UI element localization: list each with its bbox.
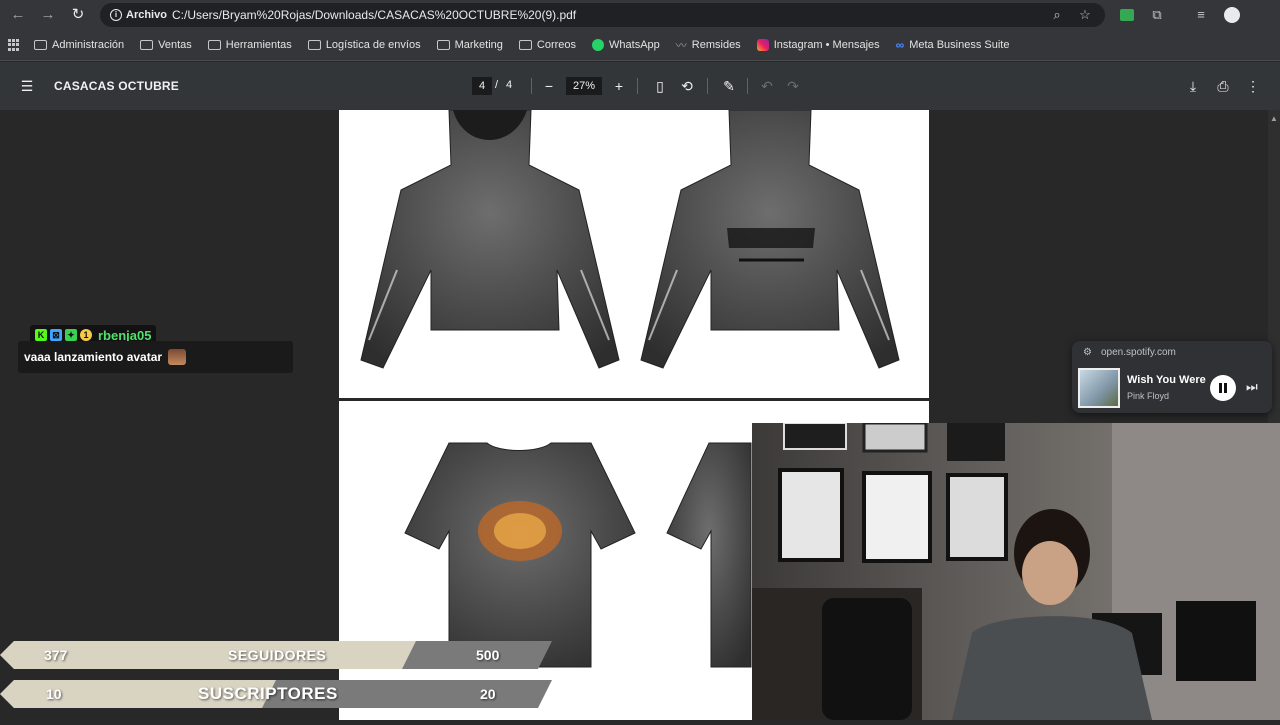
bookmark-administracion[interactable]: Administración: [26, 33, 132, 57]
webcam-feed: [752, 423, 1280, 720]
toolbar-divider: [707, 78, 708, 94]
reading-list-icon[interactable]: ≡: [1191, 5, 1211, 25]
subscribers-label: SUSCRIPTORES: [198, 684, 338, 703]
back-arrow-icon[interactable]: ←: [8, 5, 28, 25]
hoodie-design-illustration: [360, 109, 900, 369]
toolbar-divider: [637, 78, 638, 94]
bookmark-instagram[interactable]: Instagram • Mensajes: [749, 33, 888, 57]
reload-icon[interactable]: ↻: [68, 5, 88, 25]
page-separator: /: [495, 79, 499, 91]
album-art: [1078, 368, 1120, 408]
tshirt-back: [404, 442, 636, 668]
page-total: 4: [506, 79, 513, 91]
redo-icon[interactable]: ↷: [783, 76, 803, 96]
download-icon[interactable]: ⤓: [1183, 76, 1203, 96]
next-track-icon[interactable]: ⏭: [1246, 379, 1258, 395]
toolbar-divider: [531, 78, 532, 94]
info-icon: i: [110, 9, 122, 21]
folder-icon: [436, 40, 450, 50]
followers-current: 377: [44, 647, 68, 663]
bookmark-label: Instagram • Mensajes: [773, 39, 880, 51]
instagram-icon: [756, 39, 769, 51]
followers-label: SEGUIDORES: [228, 647, 327, 663]
folder-icon: [34, 40, 47, 50]
kick-badge-icon: K: [35, 329, 47, 341]
hoodie-back: [640, 109, 900, 369]
menu-icon[interactable]: ☰: [17, 76, 37, 96]
pause-icon[interactable]: [1210, 375, 1236, 401]
bookmark-ventas[interactable]: Ventas: [132, 33, 200, 57]
rotate-icon[interactable]: ⟲: [677, 76, 697, 96]
meta-icon: ∞: [895, 38, 905, 52]
star-icon[interactable]: ☆: [1076, 6, 1094, 24]
bookmark-herramientas[interactable]: Herramientas: [200, 33, 300, 57]
apps-grid-icon[interactable]: [8, 39, 20, 51]
fit-page-icon[interactable]: ▯: [650, 76, 670, 96]
media-controls-popup: ⚙ open.spotify.com Wish You Were Here Pi…: [1072, 341, 1272, 413]
followers-goal: 500: [476, 647, 500, 663]
page-number-input[interactable]: 4: [472, 77, 492, 95]
hoodie-front: [360, 109, 620, 369]
track-artist: Pink Floyd: [1127, 391, 1170, 401]
zoom-in-icon[interactable]: +: [609, 76, 629, 96]
bookmark-logistica[interactable]: Logística de envíos: [300, 33, 429, 57]
puzzle-icon[interactable]: ⧉: [1147, 5, 1167, 25]
chat-message-text: vaaa lanzamiento avatar: [24, 350, 163, 364]
bookmark-label: Herramientas: [225, 39, 292, 51]
print-icon[interactable]: ⎙: [1213, 76, 1233, 96]
tshirt-front: [666, 442, 752, 668]
sparkle-badge-icon: ✦: [65, 329, 77, 341]
remsides-icon: 〰: [675, 40, 687, 52]
gift-badge-icon: 1: [80, 329, 92, 341]
forward-arrow-icon[interactable]: →: [38, 5, 58, 25]
bookmark-label: Administración: [52, 39, 125, 51]
bookmark-label: Correos: [536, 39, 577, 51]
bookmarks-bar: Administración Ventas Herramientas Logís…: [0, 30, 1280, 61]
profile-icon[interactable]: [1222, 5, 1242, 25]
bookmark-label: Marketing: [454, 39, 503, 51]
zoom-input[interactable]: 27%: [566, 77, 602, 95]
whatsapp-icon: [592, 39, 605, 51]
media-settings-icon: ⚙: [1083, 347, 1092, 358]
extension-icon[interactable]: [1117, 5, 1137, 25]
track-title: Wish You Were Here: [1127, 374, 1207, 386]
toolbar-divider: [747, 78, 748, 94]
bookmark-marketing[interactable]: Marketing: [429, 33, 511, 57]
zoom-out-icon[interactable]: −: [539, 76, 559, 96]
bookmark-whatsapp[interactable]: WhatsApp: [584, 33, 668, 57]
folder-icon: [518, 40, 532, 50]
pdf-page: [339, 109, 929, 398]
bookmark-meta[interactable]: ∞ Meta Business Suite: [888, 33, 1018, 57]
bookmark-label: Logística de envíos: [325, 39, 421, 51]
site-info-chip[interactable]: i Archivo: [106, 6, 173, 24]
webcam-scene: [752, 423, 1280, 720]
bookmark-label: WhatsApp: [609, 39, 660, 51]
folder-icon: [307, 40, 321, 50]
annotate-icon[interactable]: ✎: [719, 76, 739, 96]
browser-toolbar: ← → ↻ i Archivo C:/Users/Bryam%20Rojas/D…: [0, 0, 1280, 30]
url-text[interactable]: C:/Users/Bryam%20Rojas/Downloads/CASACAS…: [172, 8, 576, 22]
followers-goal-bar: 377 SEGUIDORES 500: [0, 641, 560, 669]
more-icon[interactable]: ⋮: [1243, 76, 1263, 96]
subscribers-goal: 20: [480, 686, 496, 702]
bookmark-remsides[interactable]: 〰 Remsides: [668, 33, 749, 57]
chat-message: vaaa lanzamiento avatar: [18, 341, 293, 373]
zoom-icon[interactable]: ⌕: [1048, 6, 1066, 24]
bookmark-label: Ventas: [158, 39, 192, 51]
emote-icon: [168, 349, 187, 365]
bookmark-label: Remsides: [691, 39, 741, 51]
bookmark-label: Meta Business Suite: [909, 39, 1010, 51]
subscriber-badge-icon: ⊠: [50, 329, 62, 341]
undo-icon[interactable]: ↶: [757, 76, 777, 96]
media-source-host: open.spotify.com: [1101, 347, 1176, 358]
subscribers-goal-bar: 10 SUSCRIPTORES 20: [0, 680, 560, 708]
bookmark-correos[interactable]: Correos: [511, 33, 584, 57]
origin-chip-label: Archivo: [126, 9, 167, 21]
pdf-title: CASACAS OCTUBRE: [54, 79, 180, 93]
address-bar[interactable]: i Archivo C:/Users/Bryam%20Rojas/Downloa…: [100, 3, 1105, 27]
folder-icon: [207, 40, 221, 50]
pdf-toolbar: ☰ CASACAS OCTUBRE 4 / 4 − 27% + ▯ ⟲ ✎ ↶ …: [0, 62, 1280, 110]
subscribers-current: 10: [46, 686, 62, 702]
folder-icon: [140, 40, 154, 50]
